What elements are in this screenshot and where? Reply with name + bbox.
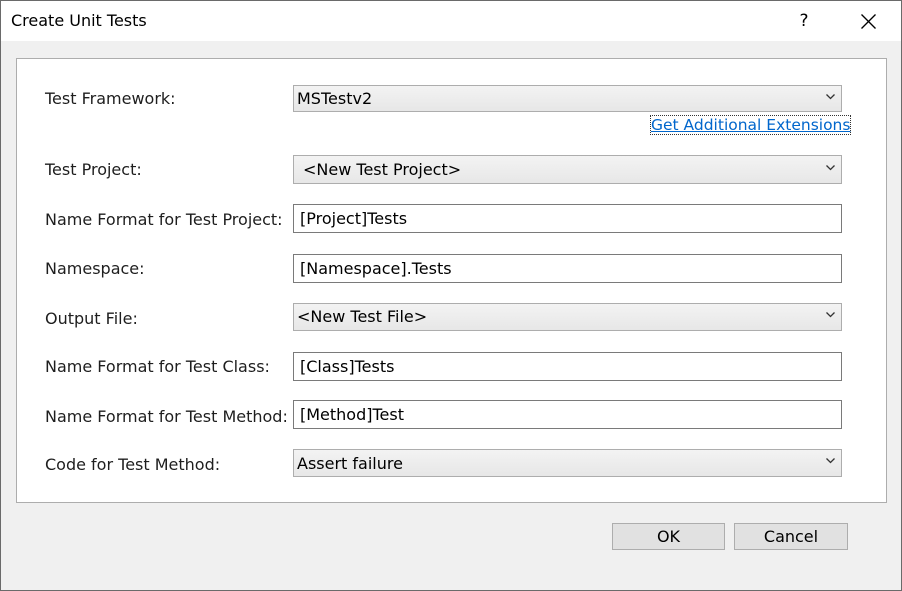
name-format-class-label: Name Format for Test Class: [45,357,270,376]
name-format-method-label: Name Format for Test Method: [45,407,288,426]
close-icon [861,14,876,29]
test-project-dropdown[interactable]: <New Test Project> [293,155,842,184]
code-for-test-method-label: Code for Test Method: [45,455,221,474]
name-format-project-value: [Project]Tests [300,209,408,228]
namespace-value: [Namespace].Tests [300,259,452,278]
test-project-value: <New Test Project> [303,160,462,179]
chevron-down-icon [826,458,835,464]
name-format-project-label: Name Format for Test Project: [45,210,283,229]
namespace-input[interactable]: [Namespace].Tests [293,254,842,283]
namespace-label: Namespace: [45,259,145,278]
test-framework-value: MSTestv2 [297,89,373,108]
code-for-test-method-dropdown[interactable]: Assert failure [293,449,842,477]
code-for-test-method-value: Assert failure [297,454,403,473]
chevron-down-icon [826,94,835,100]
name-format-method-value: [Method]Test [300,405,404,424]
create-unit-tests-dialog: Create Unit Tests ? Test Framework: MSTe… [0,0,902,591]
output-file-label: Output File: [45,309,138,328]
close-button[interactable] [844,1,894,41]
cancel-button[interactable]: Cancel [734,523,848,550]
name-format-class-input[interactable]: [Class]Tests [293,352,842,381]
output-file-dropdown[interactable]: <New Test File> [293,303,842,331]
chevron-down-icon [826,312,835,318]
name-format-project-input[interactable]: [Project]Tests [293,204,842,233]
get-additional-extensions-link[interactable]: Get Additional Extensions [649,115,852,135]
chevron-down-icon [826,165,835,171]
title-bar: Create Unit Tests ? [1,1,901,41]
help-button[interactable]: ? [781,1,827,41]
dialog-title: Create Unit Tests [11,11,147,30]
test-framework-label: Test Framework: [45,89,176,108]
test-project-label: Test Project: [45,160,142,179]
name-format-class-value: [Class]Tests [300,357,395,376]
test-framework-dropdown[interactable]: MSTestv2 [293,85,842,112]
name-format-method-input[interactable]: [Method]Test [293,400,842,429]
output-file-value: <New Test File> [297,307,428,326]
ok-button[interactable]: OK [612,523,725,550]
